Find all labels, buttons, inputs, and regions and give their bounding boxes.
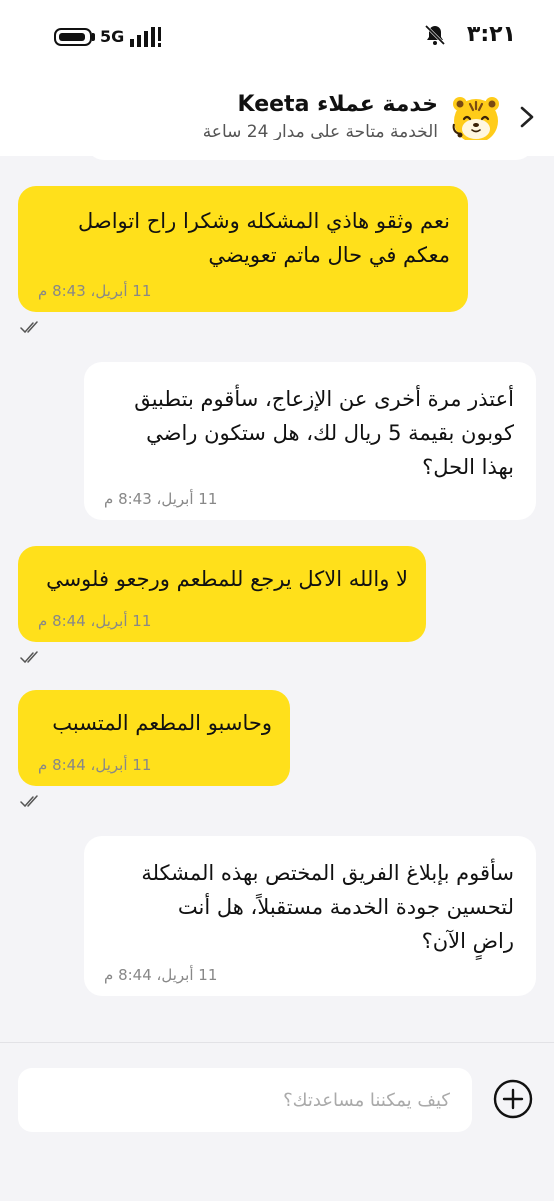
message-time: 11 أبريل، 8:43 م <box>38 282 152 300</box>
message-input[interactable] <box>18 1068 472 1132</box>
double-check-icon <box>20 651 38 664</box>
battery-icon <box>54 28 92 46</box>
message-text: وحاسبو المطعم المتسبب <box>52 711 272 735</box>
status-time: ٣:٢١ <box>466 22 516 47</box>
plus-circle-icon[interactable] <box>492 1078 534 1120</box>
message-text: نعم وثقو هاذي المشكله وشكرا راح اتواصل م… <box>77 209 450 267</box>
message-time: 11 أبريل، 8:44 م <box>38 612 152 630</box>
message-bubble-sent[interactable]: وحاسبو المطعم المتسبب 11 أبريل، 8:44 م <box>18 690 290 786</box>
message-text: لا والله الاكل يرجع للمطعم ورجعو فلوسي <box>46 567 408 591</box>
chevron-right-icon[interactable] <box>514 102 540 132</box>
message-bubble-received[interactable]: أعتذر مرة أخرى عن الإزعاج، سأقوم بتطبيق … <box>84 362 536 520</box>
battery-tip <box>92 33 95 41</box>
mute-bell-icon <box>424 24 446 46</box>
message-time: 11 أبريل، 8:44 م <box>38 756 152 774</box>
network-type: 5G <box>100 27 125 46</box>
message-input-container <box>18 1068 472 1132</box>
page-title: خدمة عملاء Keeta <box>237 92 438 117</box>
double-check-icon <box>20 321 38 334</box>
message-text: سأقوم بإبلاغ الفريق المختص بهذه المشكلة … <box>141 861 514 953</box>
partial-message-bubble <box>86 140 534 160</box>
status-bar: 5G ٣:٢١ <box>0 0 554 72</box>
message-time: 11 أبريل، 8:44 م <box>104 966 218 984</box>
message-text: أعتذر مرة أخرى عن الإزعاج، سأقوم بتطبيق … <box>134 387 514 479</box>
message-time: 11 أبريل، 8:43 م <box>104 490 218 508</box>
page-subtitle: الخدمة متاحة على مدار 24 ساعة <box>202 122 438 142</box>
double-check-icon <box>20 795 38 808</box>
message-bubble-sent[interactable]: لا والله الاكل يرجع للمطعم ورجعو فلوسي 1… <box>18 546 426 642</box>
tiger-mascot-icon <box>452 97 499 143</box>
message-bubble-received[interactable]: سأقوم بإبلاغ الفريق المختص بهذه المشكلة … <box>84 836 536 996</box>
signal-icon <box>130 27 161 47</box>
message-bubble-sent[interactable]: نعم وثقو هاذي المشكله وشكرا راح اتواصل م… <box>18 186 468 312</box>
